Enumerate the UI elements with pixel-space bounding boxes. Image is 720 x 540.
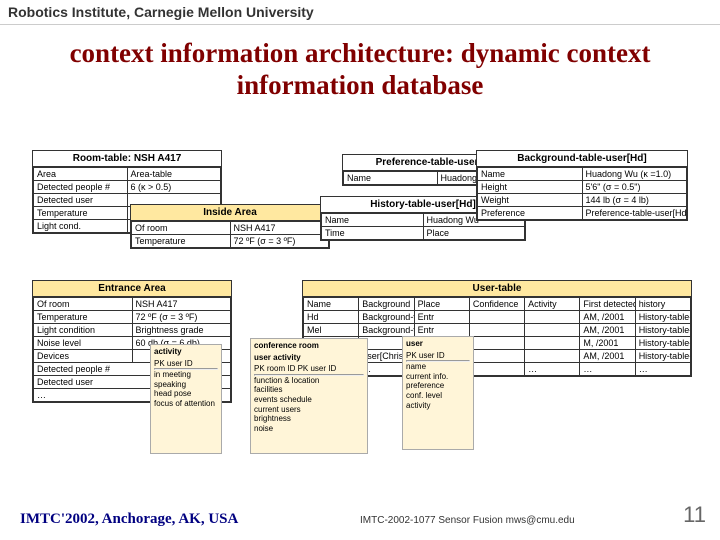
db-schema-user: user PK user ID namecurrent info.prefere… xyxy=(402,336,474,450)
inside-area-table: Inside Area Of roomNSH A417 Temperature7… xyxy=(130,204,330,249)
table-row: Light conditionBrightness grade xyxy=(34,324,231,337)
db-schema-activity: activity PK user ID in meetingspeakinghe… xyxy=(150,344,222,454)
table-row: Weight144 lb (σ = 4 lb) xyxy=(478,194,687,207)
background-table-title: Background-table-user[Hd] xyxy=(477,151,687,167)
footer-conference: IMTC'2002, Anchorage, AK, USA xyxy=(20,511,238,528)
table-row: NameBackgroundPlaceConfidenceActivityFir… xyxy=(304,298,691,311)
footer-contact: IMTC-2002-1077 Sensor Fusion mws@cmu.edu xyxy=(360,515,575,526)
table-row: NameHuadong Wu (κ =1.0) xyxy=(478,168,687,181)
user-table-title: User-table xyxy=(303,281,691,297)
table-row: Of roomNSH A417 xyxy=(132,222,329,235)
table-row: Temperature72 ºF (σ = 3 ºF) xyxy=(132,235,329,248)
table-row: Of roomNSH A417 xyxy=(34,298,231,311)
table-row: TimePlace xyxy=(322,227,525,240)
entrance-area-title: Entrance Area xyxy=(33,281,231,297)
table-row: HdBackground-table-user[Hd]EntrAM, /2001… xyxy=(304,311,691,324)
table-row: MelBackground-table-user[Mel]EntrAM, /20… xyxy=(304,324,691,337)
inside-area-title: Inside Area xyxy=(131,205,329,221)
table-row: Height5'6" (σ = 0.5") xyxy=(478,181,687,194)
page-title: context information architecture: dynami… xyxy=(20,37,700,102)
background-table: Background-table-user[Hd] NameHuadong Wu… xyxy=(476,150,688,221)
table-row: Temperature72 ºF (σ = 3 ºF) xyxy=(34,311,231,324)
page-number: 11 xyxy=(683,502,706,528)
table-row: Detected people #6 (κ > 0.5) xyxy=(34,181,221,194)
table-row: AreaArea-table xyxy=(34,168,221,181)
room-table-title: Room-table: NSH A417 xyxy=(33,151,221,167)
db-schema-user-activity: conference room user activity PK room ID… xyxy=(250,338,368,454)
page-header: Robotics Institute, Carnegie Mellon Univ… xyxy=(0,0,720,25)
table-row: PreferencePreference-table-user[Hd] xyxy=(478,207,687,220)
